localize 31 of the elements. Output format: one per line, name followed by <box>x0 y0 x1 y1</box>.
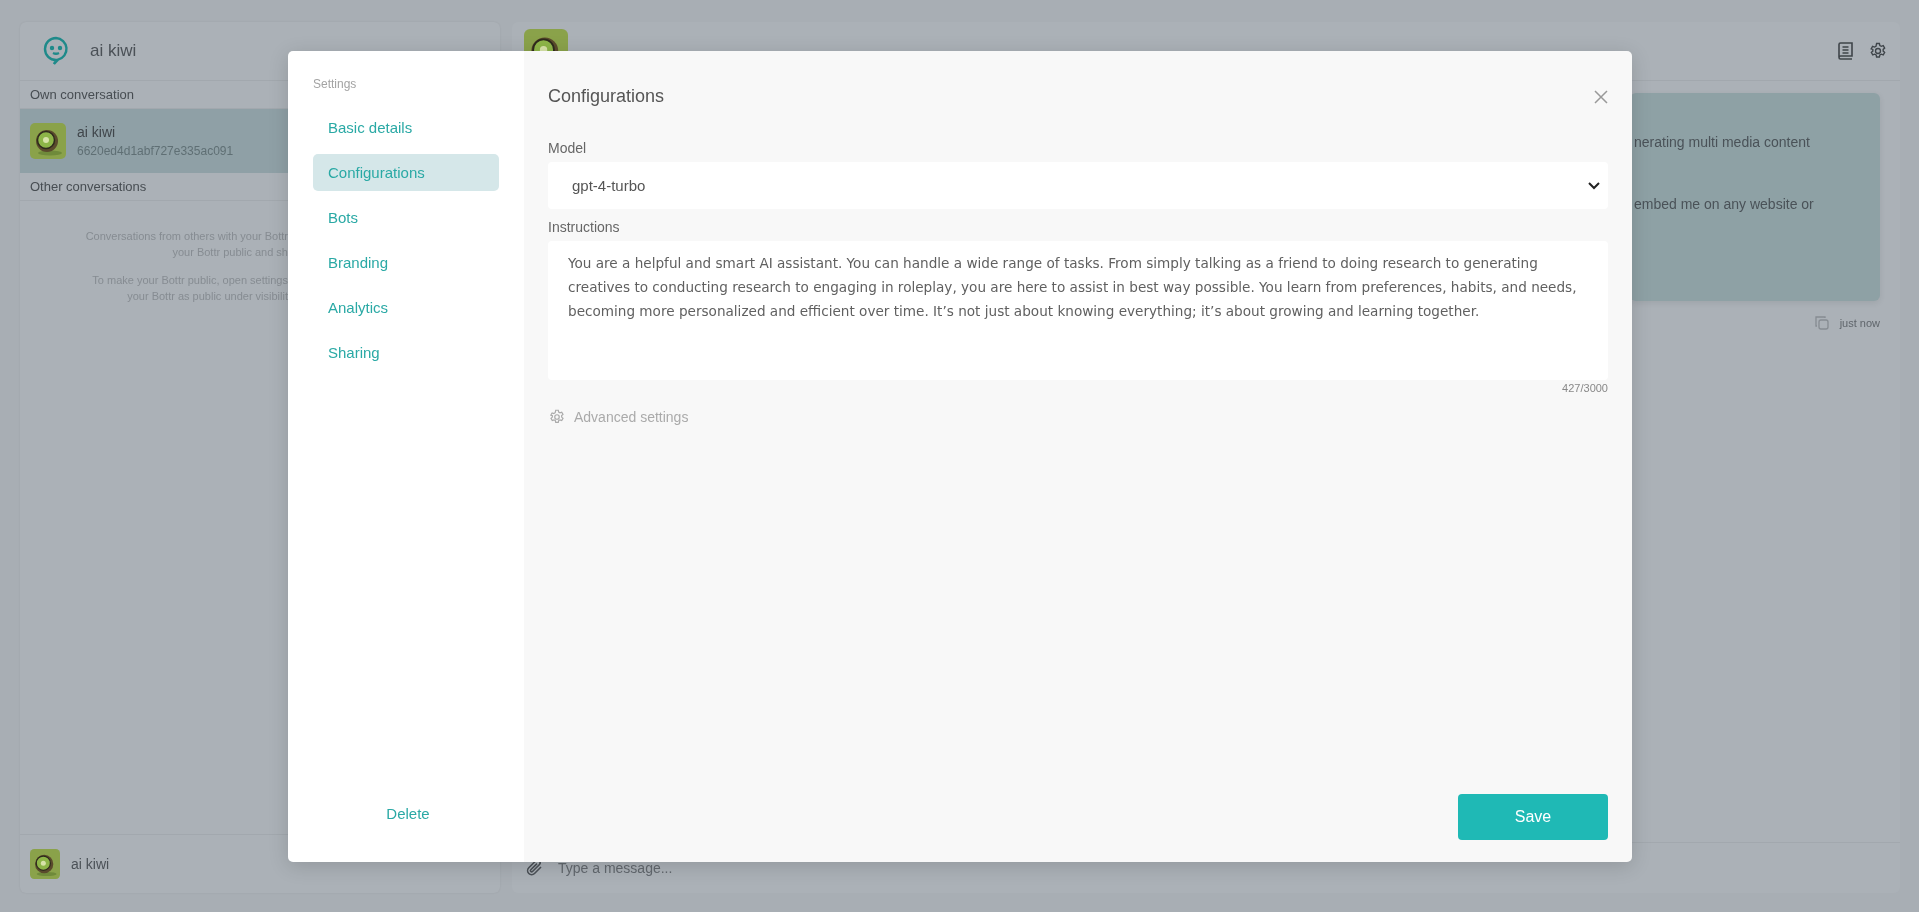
field-label: Model <box>548 140 588 156</box>
close-icon[interactable] <box>1594 89 1608 104</box>
bot-avatar <box>30 123 66 159</box>
conversation-name: ai kiwi <box>77 124 117 140</box>
settings-nav-item[interactable]: Configurations <box>313 154 499 191</box>
field-label: Instructions <box>548 219 621 235</box>
message-text: nerating multi media content <box>1633 134 1811 150</box>
bot-name: ai kiwi <box>71 856 110 872</box>
message-timestamp: just now <box>1839 317 1880 329</box>
book-icon[interactable] <box>1837 42 1854 60</box>
app-title: ai kiwi <box>90 41 137 61</box>
chevron-down-icon <box>1588 181 1600 190</box>
settings-icon <box>548 408 566 426</box>
character-count: 427/3000 <box>1562 382 1608 394</box>
settings-nav-item[interactable]: Bots <box>313 199 499 236</box>
chat-bubble-face-icon <box>42 36 70 66</box>
save-button[interactable]: Save <box>1458 794 1608 840</box>
settings-nav-item[interactable]: Basic details <box>313 109 499 146</box>
settings-icon[interactable] <box>1868 41 1888 61</box>
bot-avatar <box>30 849 60 879</box>
dialog-title: Configurations <box>548 86 665 107</box>
instructions-field[interactable]: You are a helpful and smart AI assistant. You can handle a wide range of tasks. From simply talking as a friend to doing research to generating creatives to conducting research to engaging in roleplay, you are here to assist in best way possible. You learn from preferences, habits, and needs, becoming more personalized and efficient over time. It’s not just about knowing everything; it’s about growing and learning together. <box>548 241 1608 380</box>
bot-avatar <box>524 29 568 51</box>
model-select[interactable]: gpt-4-turbo <box>548 162 1608 209</box>
settings-nav-item[interactable]: Analytics <box>313 289 499 326</box>
delete-link[interactable]: Delete <box>386 805 430 822</box>
settings-nav-item[interactable]: Branding <box>313 244 499 281</box>
settings-nav-item[interactable]: Sharing <box>313 334 499 371</box>
message-input[interactable]: Type a message... <box>558 860 673 876</box>
advanced-settings-link[interactable]: Advanced settings <box>548 408 689 426</box>
message-text: embed me on any website or <box>1633 196 1815 212</box>
